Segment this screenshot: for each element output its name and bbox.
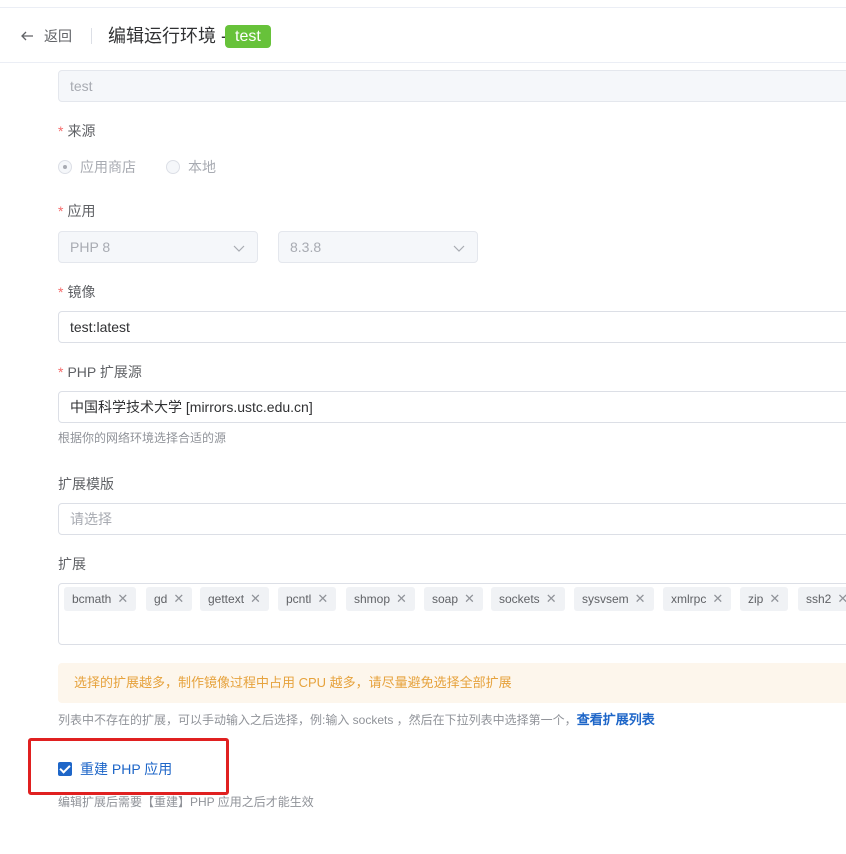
- environment-tag: test: [225, 25, 271, 48]
- version-select[interactable]: 8.3.8: [278, 231, 478, 263]
- top-divider: [0, 0, 846, 8]
- source-radio-store[interactable]: 应用商店: [58, 157, 136, 177]
- extension-tag: gettext ✕: [200, 587, 269, 611]
- close-icon[interactable]: ✕: [769, 587, 780, 611]
- app-select-value: PHP 8: [70, 239, 111, 255]
- version-select-value: 8.3.8: [290, 239, 322, 255]
- close-icon[interactable]: ✕: [396, 587, 407, 611]
- source-radio-local[interactable]: 本地: [166, 157, 216, 177]
- extensions-label: 扩展: [58, 556, 86, 572]
- image-input[interactable]: test:latest: [58, 311, 846, 343]
- rebuild-hint: 编辑扩展后需要【重建】PHP 应用之后才能生效: [58, 795, 314, 809]
- name-input: test: [58, 70, 846, 102]
- extension-tag: shmop ✕: [346, 587, 415, 611]
- extension-tag: pcntl ✕: [278, 587, 337, 611]
- ext-template-label: 扩展模版: [58, 476, 114, 492]
- close-icon[interactable]: ✕: [173, 587, 184, 611]
- ext-source-hint: 根据你的网络环境选择合适的源: [58, 431, 227, 445]
- close-icon[interactable]: ✕: [712, 587, 723, 611]
- close-icon[interactable]: ✕: [546, 587, 557, 611]
- close-icon[interactable]: ✕: [837, 587, 846, 611]
- extension-tag: soap ✕: [424, 587, 483, 611]
- close-icon[interactable]: ✕: [117, 587, 128, 611]
- page-title: 编辑运行环境 -: [108, 26, 227, 46]
- radio-label-local: 本地: [188, 159, 216, 175]
- extension-tag: ssh2 ✕: [798, 587, 846, 611]
- ext-template-placeholder: 请选择: [70, 511, 112, 527]
- radio-circle-checked: [58, 160, 72, 174]
- ext-source-select[interactable]: 中国科学技术大学 [mirrors.ustc.edu.cn]: [58, 391, 846, 423]
- highlight-box: [28, 738, 229, 795]
- close-icon[interactable]: ✕: [317, 587, 328, 611]
- page-header: 返回 编辑运行环境 - test: [0, 9, 846, 63]
- radio-circle: [166, 160, 180, 174]
- view-extensions-link[interactable]: 查看扩展列表: [577, 712, 655, 727]
- extensions-warning-alert: 选择的扩展越多，制作镜像过程中占用 CPU 越多，请尽量避免选择全部扩展: [58, 663, 846, 703]
- extensions-hint-text: 列表中不存在的扩展，可以手动输入之后选择，例:输入 sockets ，然后在下拉…: [58, 713, 577, 727]
- extension-tag: gd ✕: [146, 587, 193, 611]
- close-icon[interactable]: ✕: [635, 587, 646, 611]
- radio-label-store: 应用商店: [80, 159, 136, 175]
- ext-template-select[interactable]: 请选择: [58, 503, 846, 535]
- close-icon[interactable]: ✕: [464, 587, 475, 611]
- app-select[interactable]: PHP 8: [58, 231, 258, 263]
- extension-tag: sockets ✕: [491, 587, 565, 611]
- extensions-hint: 列表中不存在的扩展，可以手动输入之后选择，例:输入 sockets ，然后在下拉…: [58, 711, 655, 729]
- extension-tag: bcmath ✕: [64, 587, 137, 611]
- source-label: * 来源: [58, 123, 96, 139]
- app-label: * 应用: [58, 203, 96, 219]
- back-label: 返回: [44, 28, 72, 44]
- chevron-down-icon: [453, 245, 465, 252]
- extension-tag: sysvsem ✕: [574, 587, 654, 611]
- arrow-left-icon: [21, 31, 33, 41]
- close-icon[interactable]: ✕: [250, 587, 261, 611]
- header-separator: [91, 28, 92, 44]
- back-button[interactable]: 返回: [20, 25, 72, 47]
- extension-tag: xmlrpc ✕: [663, 587, 732, 611]
- image-label: * 镜像: [58, 284, 96, 300]
- chevron-down-icon: [233, 245, 245, 252]
- ext-source-label: * PHP 扩展源: [58, 364, 142, 380]
- extension-tag: zip ✕: [740, 587, 789, 611]
